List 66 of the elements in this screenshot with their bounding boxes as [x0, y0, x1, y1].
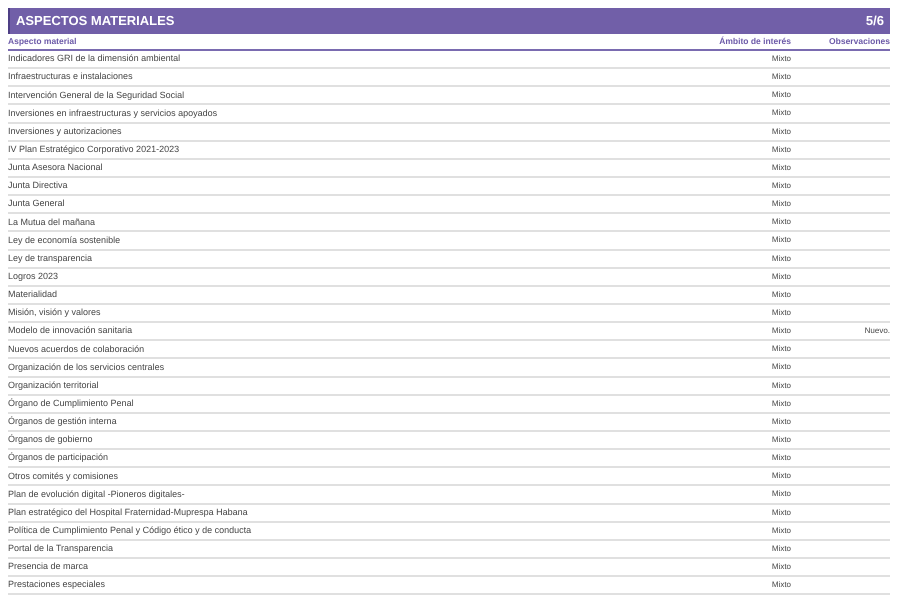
table-cell-text: La Mutua del mañana: [8, 216, 96, 229]
table-cell-text: Órganos de participación: [8, 451, 110, 464]
column-header: Observaciones: [828, 35, 890, 48]
table-cell-text: Mixto: [770, 180, 791, 192]
table-cell-text: Mixto: [770, 380, 791, 392]
table-cell-text: Mixto: [770, 542, 791, 555]
table-cell-text: Mixto: [770, 416, 791, 428]
table-cell-text: Mixto: [770, 524, 791, 537]
table-cell-text: Junta General: [8, 197, 66, 210]
table-cell-text: Nuevos acuerdos de colaboración: [8, 342, 146, 356]
table-cell-text: Prestaciones especiales: [8, 578, 106, 592]
table-cell-text: Mixto: [770, 252, 791, 265]
table-cell-text: Mixto: [770, 270, 791, 283]
column-header: Aspecto material: [8, 35, 78, 48]
table-cell-text: Mixto: [770, 162, 791, 174]
table-cell-text: Infraestructuras e instalaciones: [8, 70, 134, 84]
table-cell-text: Órganos de gobierno: [8, 433, 94, 446]
table-cell-text: Logros 2023: [8, 270, 60, 283]
table-cell-text: Ley de economía sostenible: [8, 234, 122, 247]
table-cell-text: Mixto: [770, 488, 791, 500]
table-cell-text: Modelo de innovación sanitaria: [8, 324, 134, 338]
table-cell-text: Junta Asesora Nacional: [8, 161, 104, 174]
table-cell-text: Portal de la Transparencia: [8, 542, 114, 556]
table-cell-text: Plan de evolución digital -Pioneros digitales-: [8, 488, 186, 501]
table-cell-text: Otros comités y comisiones: [8, 470, 120, 483]
table-cell-text: Mixto: [770, 71, 791, 84]
table-cell-text: Mixto: [770, 107, 791, 120]
table-cell-text: Mixto: [770, 216, 791, 228]
table-cell-text: Mixto: [770, 89, 791, 102]
table-cell-text: Inversiones en infraestructuras y servicios apoyados: [8, 106, 218, 120]
table-cell-text: Mixto: [770, 343, 791, 356]
table-cell-text: Mixto: [770, 144, 791, 156]
table-cell-text: Misión, visión y valores: [8, 306, 102, 320]
table-cell-text: Mixto: [770, 234, 791, 246]
table-cell-text: Mixto: [770, 434, 791, 446]
table-cell-text: Mixto: [770, 53, 791, 66]
table-cell-text: Mixto: [770, 452, 791, 464]
table-cell-text: Política de Cumplimiento Penal y Código ético y de conducta: [8, 524, 252, 537]
table-cell-text: Inversiones y autorizaciones: [8, 124, 123, 138]
title: ASPECTOS MATERIALES: [16, 12, 174, 30]
table-cell-text: Órgano de Cumplimiento Penal: [8, 396, 135, 410]
table-cell: Nuevo.: [864, 326, 890, 336]
table-cell-text: Mixto: [770, 506, 791, 519]
table-cell-text: Organización territorial: [8, 378, 100, 392]
table-cell-text: Intervención General de la Seguridad Social: [8, 88, 186, 102]
table-cell-text: Órganos de gestión interna: [8, 415, 118, 428]
table-cell-text: Mixto: [770, 398, 791, 410]
table-cell-text: Mixto: [770, 288, 791, 301]
table-cell-text: Plan estratégico del Hospital Fraternidad-Muprespa Habana: [8, 506, 249, 519]
table-cell-text: Ley de transparencia: [8, 252, 94, 265]
page-number: 5/6: [866, 12, 884, 30]
table-cell-text: Materialidad: [8, 288, 58, 302]
table-cell-text: Junta Directiva: [8, 179, 69, 192]
table-cell-text: Indicadores GRI de la dimensión ambiental: [8, 52, 182, 66]
table-cell-text: Mixto: [770, 470, 791, 482]
table-cell-text: Mixto: [770, 198, 791, 210]
table-cell-text: Presencia de marca: [8, 560, 90, 574]
table-cell-text: Mixto: [770, 361, 791, 374]
table-cell-text: Mixto: [770, 307, 791, 320]
table-cell-text: Organización de los servicios centrales: [8, 360, 166, 374]
table-cell-text: Mixto: [770, 561, 791, 573]
table-cell-text: Mixto: [770, 126, 791, 138]
table-cell-text: Mixto: [770, 325, 791, 338]
table-cell-text: Mixto: [770, 579, 791, 592]
table-cell-text: IV Plan Estratégico Corporativo 2021-2023: [8, 143, 180, 156]
column-header: Ámbito de interés: [718, 35, 791, 48]
